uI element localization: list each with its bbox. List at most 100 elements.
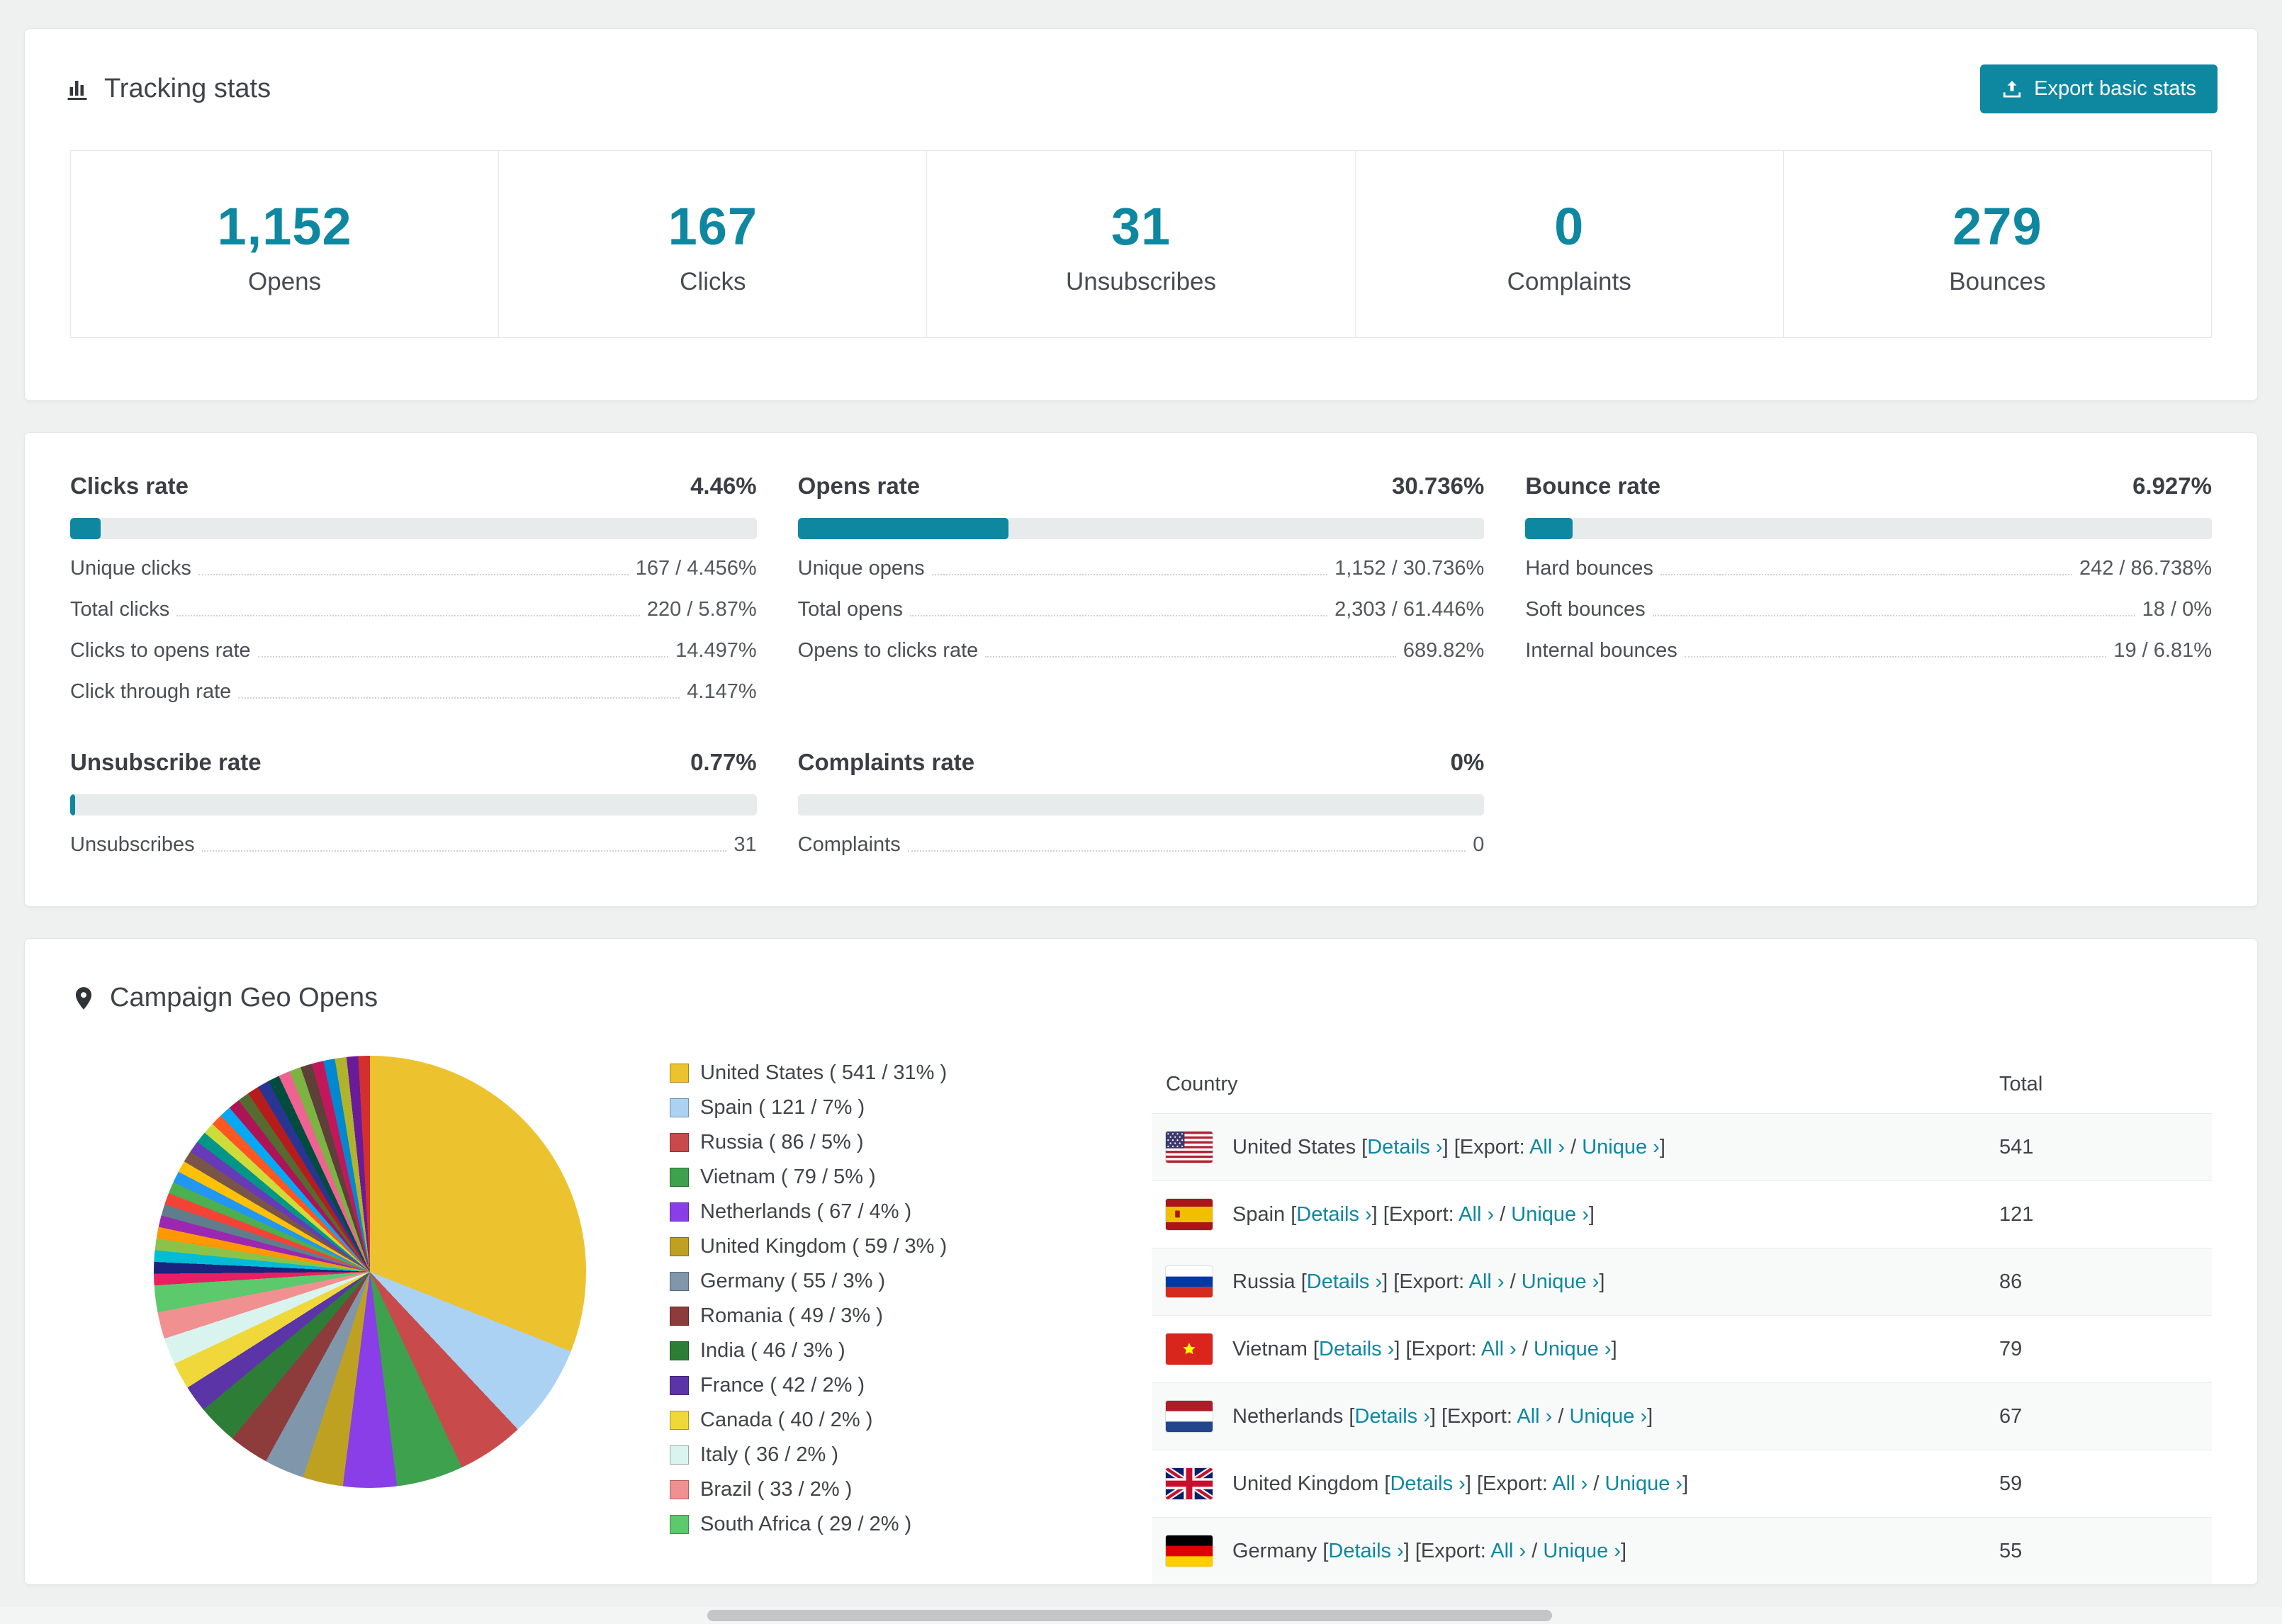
metric-label: Clicks to opens rate xyxy=(70,639,251,662)
metric-value: 167 / 4.456% xyxy=(635,557,757,580)
export-unique-link[interactable]: Unique › xyxy=(1604,1472,1682,1495)
legend-item-romania: Romania ( 49 / 3% ) xyxy=(670,1304,1123,1328)
export-unique-link[interactable]: Unique › xyxy=(1543,1540,1621,1562)
legend-swatch xyxy=(670,1168,689,1187)
country-total: 59 xyxy=(1999,1472,2023,1495)
legend-label: Romania ( 49 / 3% ) xyxy=(700,1304,883,1327)
map-pin-icon xyxy=(70,985,97,1012)
stat-label: Opens xyxy=(248,268,322,295)
export-all-link[interactable]: All › xyxy=(1552,1472,1587,1495)
country-cell: United Kingdom [Details ›] [Export: All … xyxy=(1152,1450,1985,1518)
dotted-leader xyxy=(909,615,1328,616)
export-all-link[interactable]: All › xyxy=(1458,1203,1494,1226)
rate-rows: Unique opens 1,152 / 30.736% Total opens 2,… xyxy=(798,557,1485,662)
country-name: United States xyxy=(1232,1135,1356,1158)
legend-label: Brazil ( 33 / 2% ) xyxy=(700,1478,853,1501)
legend-label: Spain ( 121 / 7% ) xyxy=(700,1096,865,1119)
legend-item-south-africa: South Africa ( 29 / 2% ) xyxy=(670,1513,1123,1536)
metric-value: 14.497% xyxy=(675,639,757,662)
legend-swatch xyxy=(670,1445,689,1465)
tracking-stats-header: Tracking stats Export basic stats xyxy=(25,29,2257,139)
rate-value: 0% xyxy=(1450,749,1485,775)
legend-label: Germany ( 55 / 3% ) xyxy=(700,1270,886,1292)
rate-header: Unsubscribe rate 0.77% xyxy=(70,749,757,776)
legend-item-india: India ( 46 / 3% ) xyxy=(670,1339,1123,1363)
stat-label: Unsubscribes xyxy=(1065,268,1217,295)
dotted-leader xyxy=(176,615,640,616)
country-total: 67 xyxy=(1999,1404,2023,1428)
details-link[interactable]: Details › xyxy=(1307,1270,1382,1293)
legend-swatch xyxy=(670,1064,689,1083)
table-row-united-states: United States [Details ›] [Export: All ›… xyxy=(1152,1113,2212,1181)
stat-value: 279 xyxy=(1952,197,2042,256)
export-all-link[interactable]: All › xyxy=(1481,1338,1517,1360)
geo-header: Campaign Geo Opens xyxy=(70,983,2212,1013)
rate-rows: Unique clicks 167 / 4.456% Total clicks 220… xyxy=(70,557,757,704)
country-links: United States [Details ›] [Export: All ›… xyxy=(1232,1135,1665,1158)
rate-value: 4.46% xyxy=(690,473,757,499)
metric-value: 689.82% xyxy=(1403,639,1485,662)
details-link[interactable]: Details › xyxy=(1296,1203,1371,1226)
export-unique-link[interactable]: Unique › xyxy=(1511,1203,1589,1226)
country-name: Russia xyxy=(1232,1270,1295,1293)
progress-bar xyxy=(70,518,757,539)
country-total: 55 xyxy=(1999,1539,2023,1562)
russia-flag-icon xyxy=(1165,1265,1213,1298)
country-total: 86 xyxy=(1999,1270,2023,1293)
legend-item-netherlands: Netherlands ( 67 / 4% ) xyxy=(670,1200,1123,1224)
geo-title: Campaign Geo Opens xyxy=(110,983,378,1013)
country-links: United Kingdom [Details ›] [Export: All … xyxy=(1232,1472,1689,1495)
legend-item-germany: Germany ( 55 / 3% ) xyxy=(670,1270,1123,1293)
details-link[interactable]: Details › xyxy=(1319,1338,1394,1360)
legend-item-canada: Canada ( 40 / 2% ) xyxy=(670,1409,1123,1432)
metric-value: 242 / 86.738% xyxy=(2079,557,2212,580)
export-all-link[interactable]: All › xyxy=(1529,1136,1565,1158)
export-unique-link[interactable]: Unique › xyxy=(1582,1136,1660,1158)
details-link[interactable]: Details › xyxy=(1355,1405,1430,1428)
horizontal-scrollbar[interactable] xyxy=(0,1607,2282,1624)
rate-rows: Hard bounces 242 / 86.738% Soft bounces 18 … xyxy=(1525,557,2212,662)
table-row-spain: Spain [Details ›] [Export: All › / Uniqu… xyxy=(1152,1180,2212,1248)
metric-label: Total clicks xyxy=(70,598,170,621)
export-basic-stats-button[interactable]: Export basic stats xyxy=(1980,64,2218,113)
rate-title: Unsubscribe rate xyxy=(70,749,262,775)
geo-card: Campaign Geo Opens United States ( 541 /… xyxy=(24,938,2258,1585)
details-link[interactable]: Details › xyxy=(1328,1540,1403,1562)
rate-header: Complaints rate 0% xyxy=(798,749,1485,776)
progress-bar xyxy=(70,794,757,816)
rate-panel-bounce-rate: Bounce rate 6.927% Hard bounces 242 / 86.73… xyxy=(1525,473,2212,704)
export-all-link[interactable]: All › xyxy=(1490,1540,1526,1562)
dotted-leader xyxy=(201,850,727,852)
dotted-leader xyxy=(907,850,1466,852)
details-link[interactable]: Details › xyxy=(1367,1136,1442,1158)
export-unique-link[interactable]: Unique › xyxy=(1569,1405,1647,1428)
country-name: Spain xyxy=(1232,1202,1286,1226)
metric-value: 19 / 6.81% xyxy=(2113,639,2212,662)
export-unique-link[interactable]: Unique › xyxy=(1522,1270,1600,1293)
metric-row: Unique opens 1,152 / 30.736% xyxy=(798,557,1485,580)
export-icon xyxy=(2001,79,2023,100)
bar-chart-icon xyxy=(64,77,90,102)
metric-row: Total clicks 220 / 5.87% xyxy=(70,598,757,621)
country-links: Vietnam [Details ›] [Export: All › / Uni… xyxy=(1232,1337,1617,1360)
horizontal-scrollbar-thumb[interactable] xyxy=(707,1610,1552,1621)
country-name: Vietnam xyxy=(1232,1337,1308,1360)
country-links: Netherlands [Details ›] [Export: All › /… xyxy=(1232,1404,1653,1428)
legend-label: France ( 42 / 2% ) xyxy=(700,1374,865,1397)
dotted-leader xyxy=(985,656,1396,658)
export-label: Export: xyxy=(1420,1539,1491,1562)
metric-row: Soft bounces 18 / 0% xyxy=(1525,598,2212,621)
export-unique-link[interactable]: Unique › xyxy=(1534,1338,1612,1360)
table-row-russia: Russia [Details ›] [Export: All › / Uniq… xyxy=(1152,1248,2212,1316)
country-links: Spain [Details ›] [Export: All › / Uniqu… xyxy=(1232,1202,1595,1226)
rate-value: 0.77% xyxy=(690,749,757,775)
metric-row: Opens to clicks rate 689.82% xyxy=(798,639,1485,662)
legend-item-brazil: Brazil ( 33 / 2% ) xyxy=(670,1478,1123,1501)
export-all-link[interactable]: All › xyxy=(1469,1270,1505,1293)
tracking-stats-card: Tracking stats Export basic stats 1,152 O… xyxy=(24,28,2258,401)
metric-value: 220 / 5.87% xyxy=(646,598,757,621)
geo-legend: United States ( 541 / 31% ) Spain ( 121 /… xyxy=(670,1056,1123,1547)
details-link[interactable]: Details › xyxy=(1390,1472,1465,1495)
export-all-link[interactable]: All › xyxy=(1517,1405,1552,1428)
progress-fill xyxy=(1525,518,1573,539)
